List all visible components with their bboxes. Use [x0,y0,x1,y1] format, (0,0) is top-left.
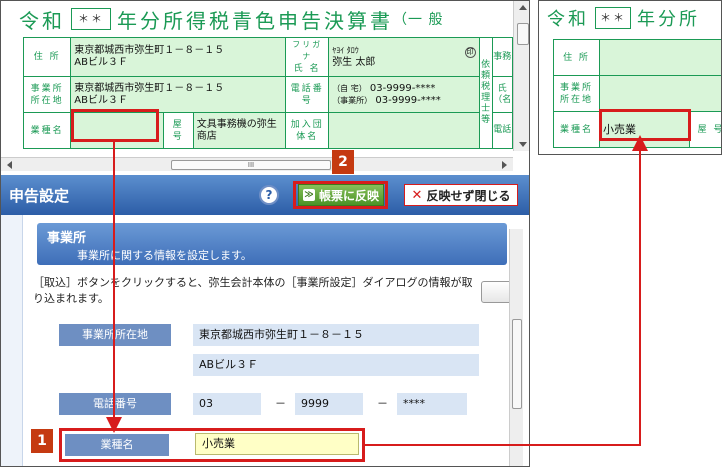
form-title-kind: （一 般 [393,12,444,28]
office-address-cell[interactable]: 東京都城西市弥生町１－８－１５ ABビル３Ｆ [70,76,287,113]
name-right-label: 氏（名 [491,76,514,113]
zoom-office-cell [599,75,721,112]
scroll-left-icon[interactable] [7,161,12,169]
main-window: 令和 ＊＊ 年分所得税青色申告決算書 （一 般 住 所 東京都城西市弥生町１－８… [0,0,530,467]
form-vertical-scrollbar[interactable] [513,1,529,151]
panel-title: 申告設定 [9,187,70,205]
zoom-address-label: 住 所 [553,39,600,76]
address-label: 住 所 [22,37,72,77]
address-line2: ABビル３Ｆ [74,57,128,68]
office-address-line2-input[interactable]: ABビル３Ｆ [193,354,479,376]
form-title-prefix: 令和 [19,8,65,33]
form-title: 令和 ＊＊ 年分所得税青色申告決算書 （一 般 [19,5,443,33]
step-2-badge: 2 [332,150,354,174]
phone-right-label: 電話 [491,112,514,149]
zoom-business-type-label: 業種名 [553,111,600,148]
tax-return-form: 令和 ＊＊ 年分所得税青色申告決算書 （一 般 住 所 東京都城西市弥生町１－８… [1,1,514,157]
name-label-text: 氏 名 [293,64,321,74]
business-type-label: 業種名 [22,112,72,149]
zoom-shop-label: 屋 号 [689,111,721,148]
scroll-right-icon[interactable] [502,161,507,169]
address-cell[interactable]: 東京都城西市弥生町１－８－１５ ABビル３Ｆ [70,37,287,77]
import-info-text: ［取込］ボタンをクリックすると、弥生会計本体の［事業所設定］ダイアログの情報が取… [33,276,473,305]
zoomed-form-preview: 令和 ＊＊ 年分所 住 所 事業所所在地 業種名 小売業 屋 号 [538,0,722,155]
zoom-business-type-highlight [599,109,691,141]
close-icon: ✕ [411,187,423,203]
name-value: 弥生 太郎 [332,57,376,68]
phone-number-input[interactable]: **** [397,393,467,415]
close-without-apply-button[interactable]: ✕ 反映せず閉じる [404,184,518,206]
apply-button-highlight [293,181,388,209]
name-label: フリガナ 氏 名 [285,37,330,77]
office-line1: 東京都城西市弥生町１－８－１５ [74,82,225,94]
hscroll-thumb[interactable]: III [171,160,331,170]
panel-vertical-scrollbar[interactable] [509,229,523,466]
section-description: 事業所に関する情報を設定します。 [77,249,252,262]
section-header-office: 事業所 事業所に関する情報を設定します。 [37,223,507,265]
panel-scroll-thumb[interactable] [512,319,522,409]
phone-cell[interactable]: （自 宅） 03-9999-**** （事業所） 03-9999-**** [328,76,480,113]
seal-icon: 印 [464,47,476,58]
business-type-row-highlight [59,428,365,462]
scroll-down-icon[interactable] [519,142,527,147]
help-button[interactable]: ? [259,185,279,205]
zoom-office-label: 事業所所在地 [553,75,600,112]
scroll-up-icon[interactable] [519,5,527,10]
association-label: 加入団体名 [285,112,330,149]
zoom-title-main: 年分所 [637,9,700,30]
phone-office-value: 03-9999-**** [375,94,441,106]
office-line2: ABビル３Ｆ [74,94,128,106]
phone-exchange-input[interactable]: 9999 [295,393,363,415]
step-1-badge: 1 [31,429,53,453]
phone-label: 電話番号 [285,76,330,113]
furigana-value: ﾔﾖｲ ﾀﾛｳ [332,46,359,55]
address-line1: 東京都城西市弥生町１－８－１５ [74,45,225,56]
phone-field-label: 電話番号 [59,393,171,415]
panel-left-strip [1,215,23,466]
association-cell[interactable] [328,112,480,149]
phone-home-value: 03-9999-**** [369,82,436,94]
settings-panel-body: 事業所 事業所に関する情報を設定します。 ［取込］ボタンをクリックすると、弥生会… [1,215,521,466]
close-button-label: 反映せず閉じる [426,188,511,203]
shop-cell[interactable]: 文具事務機の弥生商店 [192,112,287,149]
office-address-field-label: 事業所所在地 [59,324,171,346]
shop-label: 屋 号 [162,112,194,149]
office-right-label: 事務 [491,37,514,77]
form-horizontal-scrollbar[interactable]: III [1,157,513,171]
scroll-thumb[interactable] [517,23,529,45]
phone-area-input[interactable]: 03 [193,393,261,415]
section-title: 事業所 [47,231,87,246]
zoom-address-cell [599,39,721,76]
zoom-title: 令和 ＊＊ 年分所 [547,5,700,31]
phone-home-label: （自 宅） [332,83,367,93]
business-type-highlight [71,109,159,142]
settings-panel-header: 申告設定 ? ≫ 帳票に反映 ✕ 反映せず閉じる [1,175,529,215]
phone-dash-2: － [377,397,388,410]
name-cell[interactable]: 印 ﾔﾖｲ ﾀﾛｳ 弥生 太郎 [328,37,480,77]
furigana-label: フリガナ [292,40,323,61]
office-address-line1-input[interactable]: 東京都城西市弥生町１－８－１５ [193,324,479,346]
form-title-main: 年分所得税青色申告決算書 [117,8,393,33]
zoom-title-prefix: 令和 [547,9,589,30]
requester-label: 依頼税理士等 [478,37,493,149]
office-address-label: 事業所所在地 [22,76,72,113]
era-year-field[interactable]: ＊＊ [71,8,111,30]
phone-dash-1: － [275,397,286,410]
zoom-era-field: ＊＊ [595,7,631,29]
phone-office-label: （事業所） [332,95,373,105]
